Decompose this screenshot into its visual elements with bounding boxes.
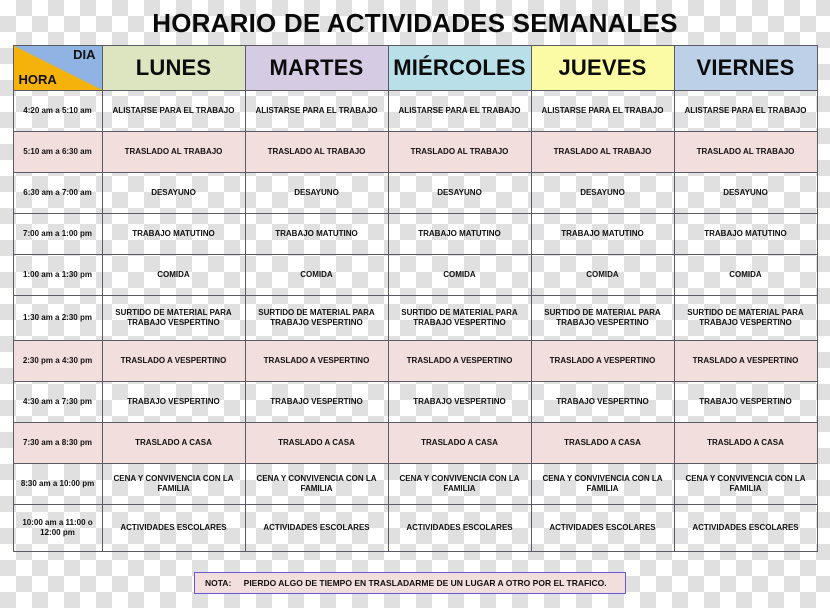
page-title: HORARIO DE ACTIVIDADES SEMANALES xyxy=(152,8,678,38)
cell-miercoles-10: ACTIVIDADES ESCOLARES xyxy=(387,504,532,552)
cell-lunes-0: ALISTARSE PARA EL TRABAJO xyxy=(101,90,246,132)
cell-miercoles-3: TRABAJO MATUTINO xyxy=(387,213,532,255)
cell-martes-9: CENA Y CONVIVENCIA CON LA FAMILIA xyxy=(244,463,389,505)
cell-viernes-9: CENA Y CONVIVENCIA CON LA FAMILIA xyxy=(673,463,818,505)
weekly-schedule-table: DIA HORA LUNES MARTES MIÉRCOLES JUEVES V… xyxy=(12,45,818,552)
corner-hour-label: HORA xyxy=(18,71,57,87)
table-row: 1:00 am a 1:30 pm COMIDA COMIDA COMIDA C… xyxy=(12,254,818,296)
column-header-martes: MARTES xyxy=(244,45,389,91)
note-box: NOTA: PIERDO ALGO DE TIEMPO EN TRASLADAR… xyxy=(194,572,626,594)
cell-jueves-9: CENA Y CONVIVENCIA CON LA FAMILIA xyxy=(530,463,675,505)
cell-viernes-6: TRASLADO A VESPERTINO xyxy=(673,340,818,382)
header-row: DIA HORA LUNES MARTES MIÉRCOLES JUEVES V… xyxy=(12,45,818,91)
cell-viernes-0: ALISTARSE PARA EL TRABAJO xyxy=(673,90,818,132)
cell-martes-8: TRASLADO A CASA xyxy=(244,422,389,464)
cell-martes-0: ALISTARSE PARA EL TRABAJO xyxy=(244,90,389,132)
cell-martes-4: COMIDA xyxy=(244,254,389,296)
cell-martes-3: TRABAJO MATUTINO xyxy=(244,213,389,255)
column-header-jueves: JUEVES xyxy=(530,45,675,91)
cell-lunes-5: SURTIDO DE MATERIAL PARA TRABAJO VESPERT… xyxy=(101,295,246,341)
column-header-viernes: VIERNES xyxy=(673,45,818,91)
row-time-5: 1:30 am a 2:30 pm xyxy=(12,295,103,341)
cell-martes-5: SURTIDO DE MATERIAL PARA TRABAJO VESPERT… xyxy=(244,295,389,341)
row-time-9: 8:30 am a 10:00 pm xyxy=(12,463,103,505)
cell-viernes-3: TRABAJO MATUTINO xyxy=(673,213,818,255)
cell-miercoles-7: TRABAJO VESPERTINO xyxy=(387,381,532,423)
table-row: 7:30 am a 8:30 pm TRASLADO A CASA TRASLA… xyxy=(12,422,818,464)
cell-miercoles-8: TRASLADO A CASA xyxy=(387,422,532,464)
cell-jueves-1: TRASLADO AL TRABAJO xyxy=(530,131,675,173)
cell-lunes-3: TRABAJO MATUTINO xyxy=(101,213,246,255)
cell-lunes-1: TRASLADO AL TRABAJO xyxy=(101,131,246,173)
cell-viernes-8: TRASLADO A CASA xyxy=(673,422,818,464)
note-container: NOTA: PIERDO ALGO DE TIEMPO EN TRASLADAR… xyxy=(0,572,830,594)
row-time-10: 10:00 am a 11:00 o 12:00 pm xyxy=(12,504,103,552)
table-header: DIA HORA LUNES MARTES MIÉRCOLES JUEVES V… xyxy=(12,45,818,91)
table-row: 10:00 am a 11:00 o 12:00 pm ACTIVIDADES … xyxy=(12,504,818,552)
cell-viernes-5: SURTIDO DE MATERIAL PARA TRABAJO VESPERT… xyxy=(673,295,818,341)
cell-lunes-4: COMIDA xyxy=(101,254,246,296)
cell-miercoles-1: TRASLADO AL TRABAJO xyxy=(387,131,532,173)
note-label: NOTA: xyxy=(205,578,232,588)
row-time-2: 6:30 am a 7:00 am xyxy=(12,172,103,214)
cell-miercoles-0: ALISTARSE PARA EL TRABAJO xyxy=(387,90,532,132)
table-body: 4:20 am a 5:10 am ALISTARSE PARA EL TRAB… xyxy=(12,90,818,552)
cell-lunes-10: ACTIVIDADES ESCOLARES xyxy=(101,504,246,552)
cell-miercoles-6: TRASLADO A VESPERTINO xyxy=(387,340,532,382)
table-row: 4:20 am a 5:10 am ALISTARSE PARA EL TRAB… xyxy=(12,90,818,132)
cell-lunes-6: TRASLADO A VESPERTINO xyxy=(101,340,246,382)
corner-day-label: DIA xyxy=(73,47,96,62)
cell-viernes-2: DESAYUNO xyxy=(673,172,818,214)
cell-jueves-4: COMIDA xyxy=(530,254,675,296)
cell-martes-2: DESAYUNO xyxy=(244,172,389,214)
cell-lunes-9: CENA Y CONVIVENCIA CON LA FAMILIA xyxy=(101,463,246,505)
cell-viernes-10: ACTIVIDADES ESCOLARES xyxy=(673,504,818,552)
row-time-7: 4:30 am a 7:30 pm xyxy=(12,381,103,423)
cell-viernes-1: TRASLADO AL TRABAJO xyxy=(673,131,818,173)
cell-viernes-7: TRABAJO VESPERTINO xyxy=(673,381,818,423)
cell-viernes-4: COMIDA xyxy=(673,254,818,296)
row-time-1: 5:10 am a 6:30 am xyxy=(12,131,103,173)
cell-martes-7: TRABAJO VESPERTINO xyxy=(244,381,389,423)
column-header-lunes: LUNES xyxy=(101,45,246,91)
cell-martes-10: ACTIVIDADES ESCOLARES xyxy=(244,504,389,552)
table-row: 5:10 am a 6:30 am TRASLADO AL TRABAJO TR… xyxy=(12,131,818,173)
cell-jueves-3: TRABAJO MATUTINO xyxy=(530,213,675,255)
table-row: 7:00 am a 1:00 pm TRABAJO MATUTINO TRABA… xyxy=(12,213,818,255)
cell-jueves-5: SURTIDO DE MATERIAL PARA TRABAJO VESPERT… xyxy=(530,295,675,341)
cell-miercoles-9: CENA Y CONVIVENCIA CON LA FAMILIA xyxy=(387,463,532,505)
cell-jueves-10: ACTIVIDADES ESCOLARES xyxy=(530,504,675,552)
row-time-0: 4:20 am a 5:10 am xyxy=(12,90,103,132)
cell-martes-6: TRASLADO A VESPERTINO xyxy=(244,340,389,382)
cell-miercoles-5: SURTIDO DE MATERIAL PARA TRABAJO VESPERT… xyxy=(387,295,532,341)
table-row: 1:30 am a 2:30 pm SURTIDO DE MATERIAL PA… xyxy=(12,295,818,341)
cell-jueves-0: ALISTARSE PARA EL TRABAJO xyxy=(530,90,675,132)
note-text: PIERDO ALGO DE TIEMPO EN TRASLADARME DE … xyxy=(243,578,607,588)
corner-header-cell: DIA HORA xyxy=(12,45,103,91)
cell-miercoles-2: DESAYUNO xyxy=(387,172,532,214)
cell-jueves-2: DESAYUNO xyxy=(530,172,675,214)
table-row: 2:30 pm a 4:30 pm TRASLADO A VESPERTINO … xyxy=(12,340,818,382)
cell-martes-1: TRASLADO AL TRABAJO xyxy=(244,131,389,173)
row-time-3: 7:00 am a 1:00 pm xyxy=(12,213,103,255)
table-row: 6:30 am a 7:00 am DESAYUNO DESAYUNO DESA… xyxy=(12,172,818,214)
row-time-8: 7:30 am a 8:30 pm xyxy=(12,422,103,464)
cell-lunes-2: DESAYUNO xyxy=(101,172,246,214)
cell-lunes-7: TRABAJO VESPERTINO xyxy=(101,381,246,423)
table-row: 4:30 am a 7:30 pm TRABAJO VESPERTINO TRA… xyxy=(12,381,818,423)
row-time-4: 1:00 am a 1:30 pm xyxy=(12,254,103,296)
cell-miercoles-4: COMIDA xyxy=(387,254,532,296)
cell-jueves-6: TRASLADO A VESPERTINO xyxy=(530,340,675,382)
row-time-6: 2:30 pm a 4:30 pm xyxy=(12,340,103,382)
column-header-miercoles: MIÉRCOLES xyxy=(387,45,532,91)
cell-lunes-8: TRASLADO A CASA xyxy=(101,422,246,464)
table-row: 8:30 am a 10:00 pm CENA Y CONVIVENCIA CO… xyxy=(12,463,818,505)
cell-jueves-7: TRABAJO VESPERTINO xyxy=(530,381,675,423)
schedule-page: HORARIO DE ACTIVIDADES SEMANALES DIA HOR… xyxy=(0,0,830,608)
cell-jueves-8: TRASLADO A CASA xyxy=(530,422,675,464)
